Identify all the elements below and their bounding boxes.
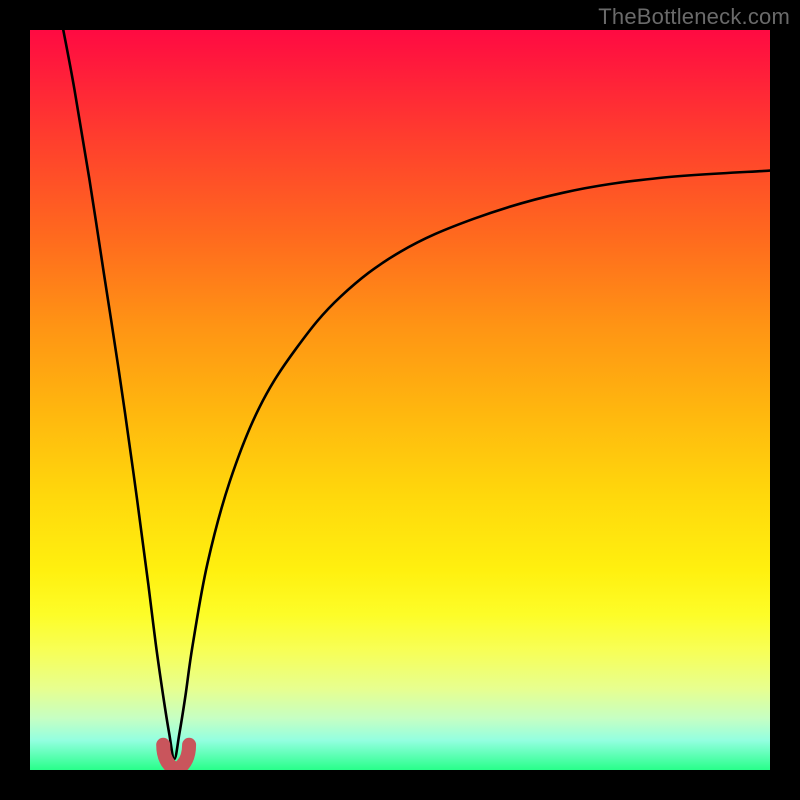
chart-frame: TheBottleneck.com (0, 0, 800, 800)
watermark-text: TheBottleneck.com (598, 4, 790, 30)
plot-area (30, 30, 770, 770)
bottleneck-curve (30, 30, 770, 770)
